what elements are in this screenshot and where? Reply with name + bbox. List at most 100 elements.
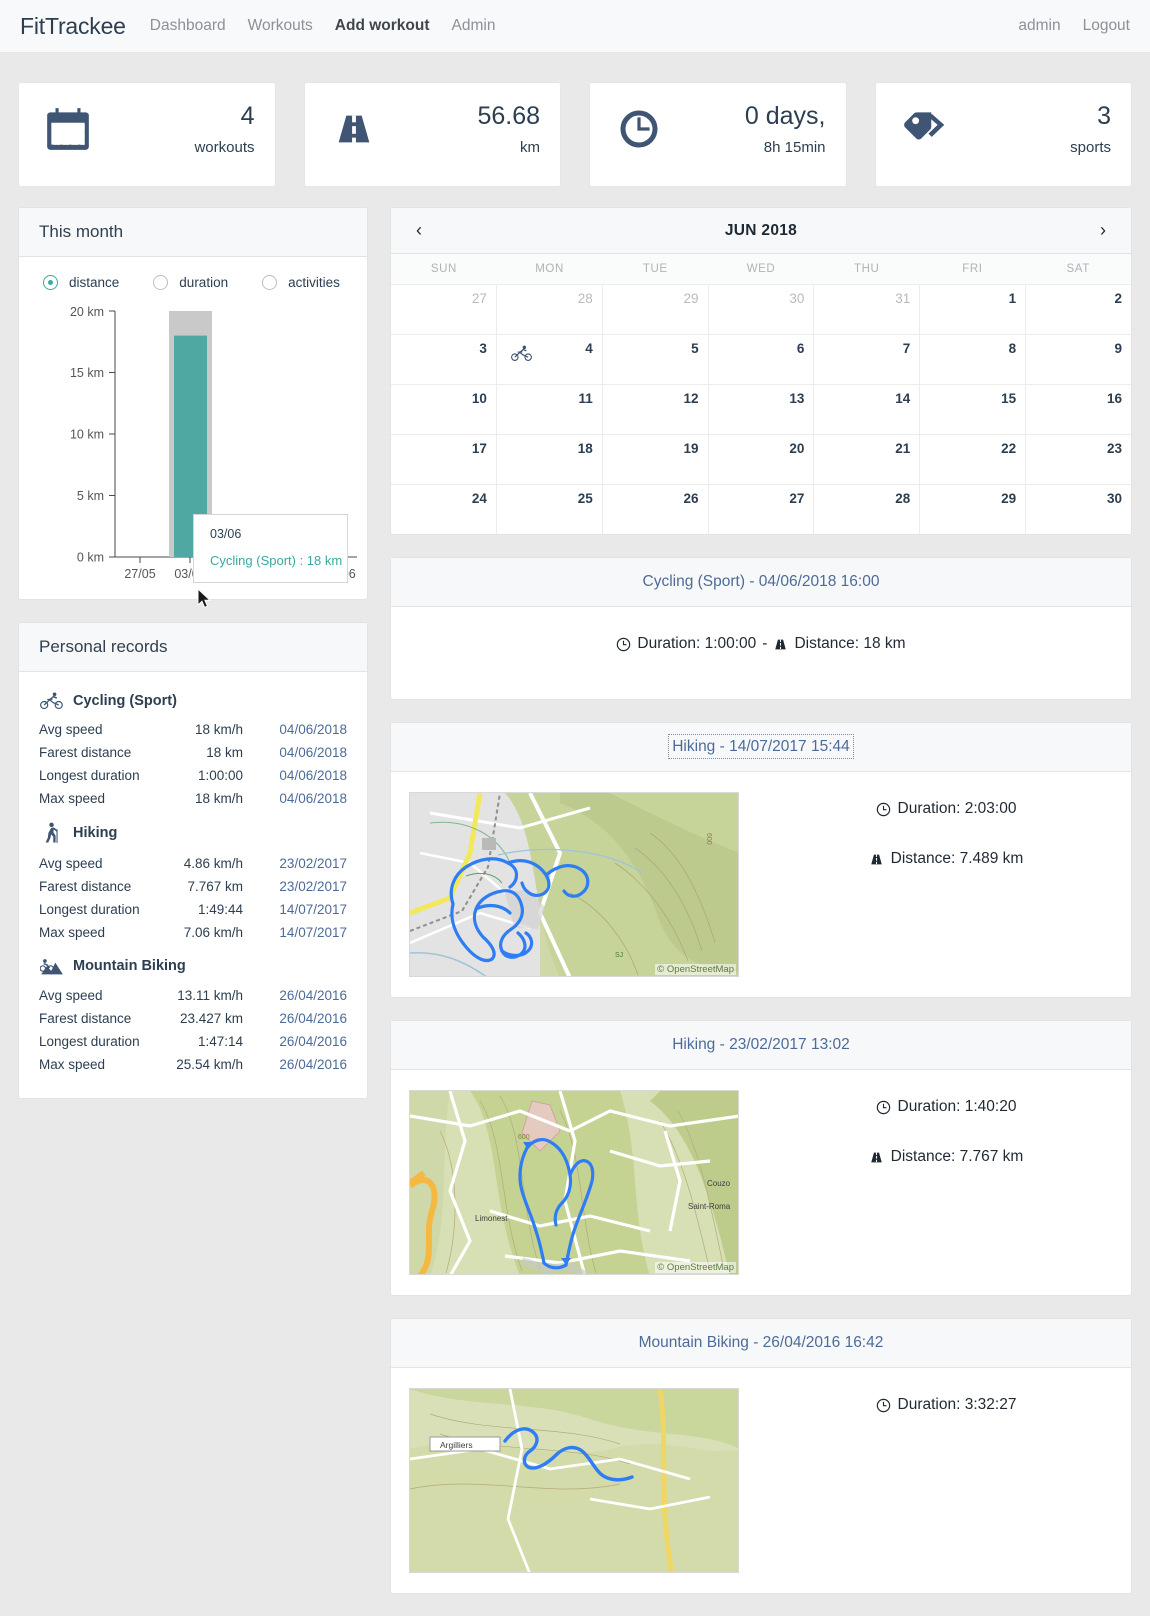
- calendar-cell[interactable]: 11: [497, 385, 603, 434]
- calendar-dow-tue: TUE: [642, 263, 668, 275]
- calendar-cell[interactable]: 28: [497, 285, 603, 334]
- pr-date[interactable]: 26/04/2016: [257, 1007, 347, 1030]
- nav-link-add-workout[interactable]: Add workout: [335, 17, 430, 35]
- radio-distance[interactable]: distance: [43, 275, 119, 290]
- pr-label: Avg speed: [39, 856, 103, 871]
- pr-date[interactable]: 04/06/2018: [257, 741, 347, 764]
- pr-date[interactable]: 23/02/2017: [257, 852, 347, 875]
- main-row: This month distance duration activities …: [18, 187, 1132, 1616]
- cycling-icon[interactable]: [510, 345, 533, 362]
- nav-link-logout[interactable]: Logout: [1083, 17, 1130, 35]
- pr-date[interactable]: 14/07/2017: [257, 898, 347, 921]
- calendar-cell[interactable]: 22: [920, 435, 1027, 484]
- pr-value: 7.767 km: [187, 879, 243, 894]
- pr-date[interactable]: 26/04/2016: [257, 984, 347, 1007]
- calendar-cell[interactable]: 7: [814, 335, 921, 384]
- calendar-cell[interactable]: 20: [709, 435, 815, 484]
- calendar-cell[interactable]: 19: [603, 435, 709, 484]
- calendar-cell[interactable]: 2: [1026, 285, 1131, 334]
- calendar-cell[interactable]: 16: [1026, 385, 1131, 434]
- calendar-cell[interactable]: 27: [391, 285, 497, 334]
- pr-label: Farest distance: [39, 745, 132, 760]
- map-place-label: Saint-Roma: [688, 1202, 731, 1211]
- calendar-cell[interactable]: 24: [391, 485, 497, 534]
- workout-header: Hiking - 14/07/2017 15:44: [391, 723, 1131, 772]
- table-row: Farest distance 7.767 km 23/02/2017: [39, 875, 347, 898]
- nav-link-workouts[interactable]: Workouts: [248, 17, 313, 35]
- workout-title-link[interactable]: Mountain Biking - 26/04/2016 16:42: [639, 1334, 884, 1351]
- workout-title-link[interactable]: Cycling (Sport) - 04/06/2018 16:00: [643, 573, 880, 590]
- calendar-prev-icon[interactable]: ‹: [409, 220, 429, 241]
- pr-date[interactable]: 04/06/2018: [257, 764, 347, 787]
- calendar-cell[interactable]: 8: [920, 335, 1027, 384]
- calendar-day-number: 28: [577, 291, 593, 306]
- pr-date[interactable]: 14/07/2017: [257, 921, 347, 944]
- pr-date[interactable]: 04/06/2018: [257, 787, 347, 810]
- calendar-day-names: SUN MON TUE WED THU FRI SAT: [391, 254, 1131, 285]
- workout-title-link[interactable]: Hiking - 23/02/2017 13:02: [672, 1036, 850, 1053]
- calendar-cell[interactable]: 12: [603, 385, 709, 434]
- ytick-5: 5 km: [77, 489, 104, 503]
- nav-link-user[interactable]: admin: [1018, 17, 1060, 35]
- calendar-cell[interactable]: 29: [920, 485, 1027, 534]
- calendar-cell[interactable]: 14: [814, 385, 921, 434]
- calendar-cell[interactable]: 17: [391, 435, 497, 484]
- calendar-cell[interactable]: 30: [709, 285, 815, 334]
- pr-date[interactable]: 26/04/2016: [257, 1053, 347, 1076]
- pr-date[interactable]: 23/02/2017: [257, 875, 347, 898]
- radio-distance-input[interactable]: [43, 275, 58, 290]
- workout-distance-row: Distance: 7.489 km: [779, 850, 1113, 868]
- nav-link-dashboard[interactable]: Dashboard: [150, 17, 226, 35]
- this-month-chart[interactable]: 20 km 15 km 10 km 5 km 0 km 27/05 03/06 …: [29, 300, 357, 609]
- calendar-cell[interactable]: 10: [391, 385, 497, 434]
- pr-date[interactable]: 26/04/2016: [257, 1030, 347, 1053]
- calendar-day-number: 18: [577, 441, 593, 456]
- radio-duration[interactable]: duration: [153, 275, 228, 290]
- calendar-cell[interactable]: 13: [709, 385, 815, 434]
- calendar-cell[interactable]: 6: [709, 335, 815, 384]
- calendar-cell[interactable]: 27: [709, 485, 815, 534]
- workout-card: Hiking - 14/07/2017 15:44 600 SJ © OpenS…: [390, 722, 1132, 998]
- this-month-card: This month distance duration activities …: [18, 207, 368, 609]
- calendar-cell[interactable]: 4: [497, 335, 603, 384]
- calendar-cell[interactable]: 1: [920, 285, 1027, 334]
- pr-value: 4.86 km/h: [183, 856, 243, 871]
- calendar-cell[interactable]: 3: [391, 335, 497, 384]
- map-place-label: Limonest: [475, 1214, 508, 1223]
- calendar-day-number: 16: [1106, 391, 1123, 406]
- app-brand[interactable]: FitTrackee: [20, 13, 126, 40]
- calendar-card: ‹ JUN 2018 › SUN MON TUE WED THU FRI SAT…: [390, 207, 1132, 535]
- mouse-cursor-icon: [197, 588, 212, 609]
- pr-value: 1:49:44: [197, 902, 243, 917]
- radio-activities[interactable]: activities: [262, 275, 340, 290]
- pr-date[interactable]: 04/06/2018: [257, 718, 347, 741]
- map-place-label: Argilliers: [440, 1440, 473, 1450]
- workout-map[interactable]: Argilliers: [409, 1388, 739, 1573]
- calendar-cell[interactable]: 28: [814, 485, 921, 534]
- radio-duration-input[interactable]: [153, 275, 169, 290]
- calendar-cell[interactable]: 29: [603, 285, 709, 334]
- nav-link-admin[interactable]: Admin: [452, 17, 496, 35]
- workout-map[interactable]: 600 SJ © OpenStreetMap: [409, 792, 739, 977]
- calendar-cell[interactable]: 15: [920, 385, 1027, 434]
- radio-activities-input[interactable]: [262, 275, 278, 290]
- workout-map[interactable]: Limonest Couzo Saint-Roma 600 © OpenStre…: [409, 1090, 739, 1275]
- workout-title-link[interactable]: Hiking - 14/07/2017 15:44: [668, 734, 854, 759]
- calendar-next-icon[interactable]: ›: [1093, 220, 1113, 241]
- calendar-cell[interactable]: 30: [1026, 485, 1131, 534]
- calendar-cell[interactable]: 26: [603, 485, 709, 534]
- calendar-cell[interactable]: 31: [814, 285, 921, 334]
- calendar-cell[interactable]: 18: [497, 435, 603, 484]
- map-contour-label: 600: [518, 1134, 530, 1141]
- pr-value: 1:00:00: [197, 768, 243, 783]
- map-place-label: Couzo: [707, 1179, 731, 1188]
- calendar-cell[interactable]: 23: [1026, 435, 1131, 484]
- calendar-cell[interactable]: 25: [497, 485, 603, 534]
- clock-icon: [876, 1398, 891, 1413]
- calendar-cell[interactable]: 9: [1026, 335, 1131, 384]
- calendar-cell[interactable]: 5: [603, 335, 709, 384]
- stat-card-duration: 0 days, 8h 15min: [589, 82, 847, 187]
- calendar-cell[interactable]: 21: [814, 435, 921, 484]
- navbar: FitTrackee Dashboard Workouts Add workou…: [0, 0, 1150, 53]
- calendar-day-number: 5: [691, 341, 699, 356]
